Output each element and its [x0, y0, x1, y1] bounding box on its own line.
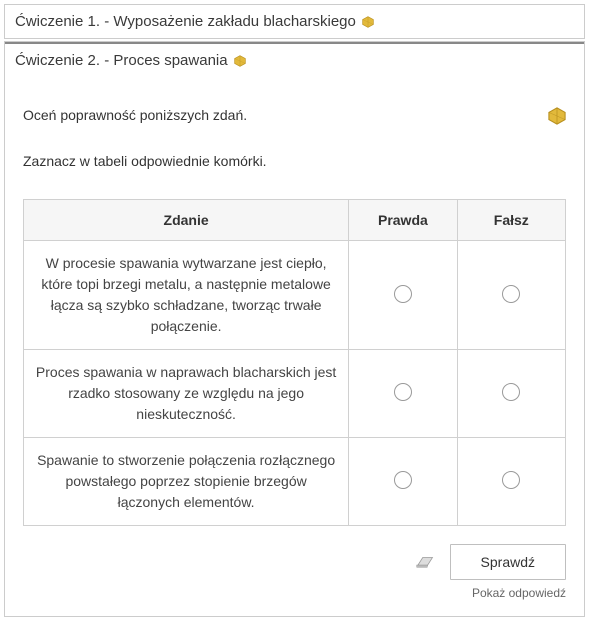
statement-cell: W procesie spawania wytwarzane jest ciep… [24, 241, 349, 350]
instruction-text: Oceń poprawność poniższych zdań. [23, 107, 247, 123]
header-statement: Zdanie [24, 200, 349, 241]
header-true: Prawda [349, 200, 457, 241]
exercise-1-title: Ćwiczenie 1. - Wyposażenie zakładu blach… [15, 13, 356, 30]
table-row: Spawanie to stworzenie połączenia rozłąc… [24, 438, 566, 526]
statement-cell: Proces spawania w naprawach blacharskich… [24, 350, 349, 438]
header-false: Fałsz [457, 200, 565, 241]
radio-false[interactable] [502, 383, 520, 401]
dice-icon [362, 16, 374, 28]
dice-icon [548, 107, 566, 125]
true-false-table: Zdanie Prawda Fałsz W procesie spawania … [23, 199, 566, 526]
sub-instruction-text: Zaznacz w tabeli odpowiednie komórki. [23, 153, 566, 169]
show-answer-link[interactable]: Pokaż odpowiedź [23, 586, 566, 600]
radio-true[interactable] [394, 471, 412, 489]
radio-true[interactable] [394, 383, 412, 401]
dice-icon [234, 55, 246, 67]
table-row: Proces spawania w naprawach blacharskich… [24, 350, 566, 438]
statement-cell: Spawanie to stworzenie połączenia rozłąc… [24, 438, 349, 526]
exercise-1-header[interactable]: Ćwiczenie 1. - Wyposażenie zakładu blach… [5, 5, 584, 38]
radio-false[interactable] [502, 471, 520, 489]
table-row: W procesie spawania wytwarzane jest ciep… [24, 241, 566, 350]
exercise-2-header[interactable]: Ćwiczenie 2. - Proces spawania [5, 42, 584, 77]
exercise-2-title: Ćwiczenie 2. - Proces spawania [15, 52, 228, 69]
radio-true[interactable] [394, 285, 412, 303]
radio-false[interactable] [502, 285, 520, 303]
check-button[interactable]: Sprawdź [450, 544, 566, 580]
